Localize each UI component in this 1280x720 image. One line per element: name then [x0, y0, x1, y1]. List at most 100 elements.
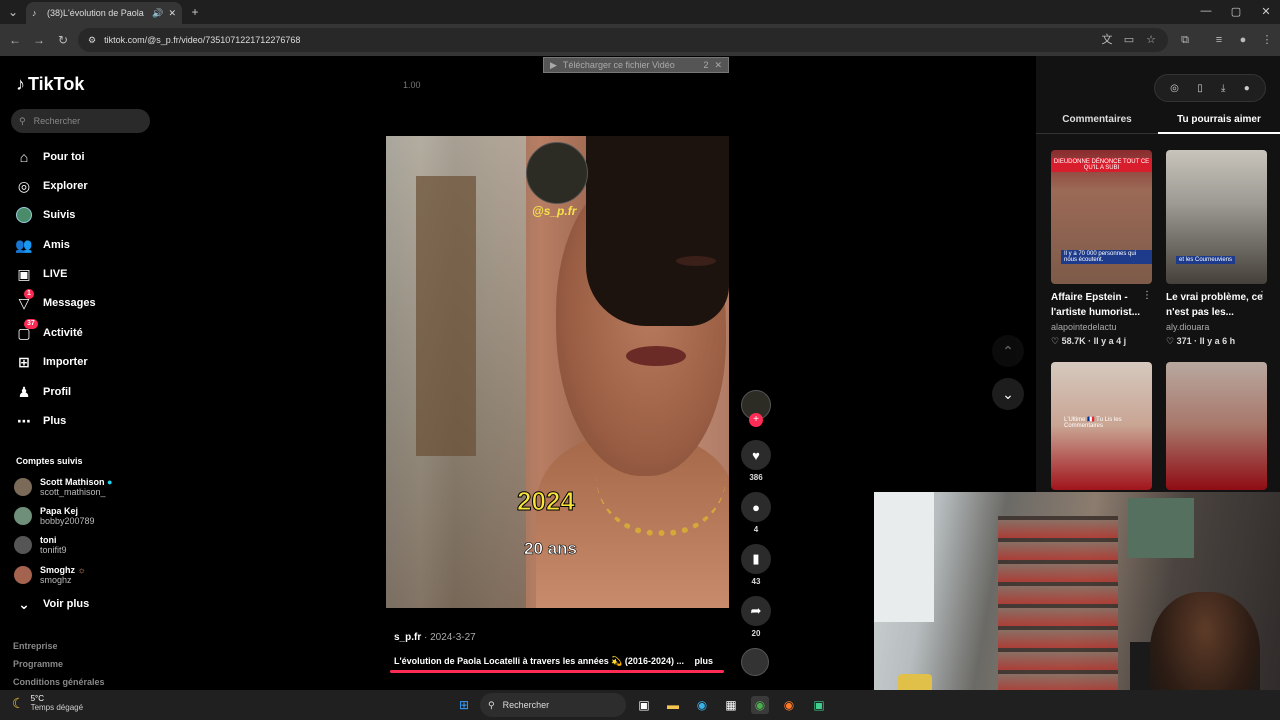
cast-icon[interactable]: ▭ — [1122, 33, 1136, 47]
upload-icon: ⊞ — [18, 353, 30, 370]
following-section-title: Comptes suivis — [16, 456, 83, 466]
suggested-video-thumbnail[interactable]: L'Ultime 🇫🇷 Tu Lis les Commentaires — [1051, 362, 1152, 490]
nav-item-plus[interactable]: ⋯ Plus — [16, 410, 66, 432]
nav-item-profil[interactable]: ♟ Profil — [16, 381, 71, 403]
chevron-down-icon: ⌄ — [18, 595, 30, 612]
download-video-banner[interactable]: ▶ Télécharger ce fichier Vidéo 2 ✕ — [543, 57, 729, 73]
music-disc-icon[interactable] — [741, 648, 769, 676]
firefox-icon[interactable]: ◉ — [780, 696, 798, 714]
heart-icon[interactable]: ♥ — [741, 440, 771, 470]
address-bar[interactable]: ⚙ tiktok.com/@s_p.fr/video/7351071221712… — [78, 28, 1168, 52]
streaming-app-icon[interactable]: ▣ — [810, 696, 828, 714]
comment-icon[interactable]: ● — [741, 492, 771, 522]
suggested-video-title[interactable]: Affaire Epstein - l'artiste humorist... — [1051, 290, 1151, 320]
tab-search-chevron-icon[interactable]: ⌄ — [6, 5, 20, 19]
nav-item-messages[interactable]: ▽ 1 Messages — [16, 289, 96, 314]
footer-link-conditions[interactable]: Conditions générales — [13, 677, 105, 687]
account-name: Scott Mathison — [40, 477, 105, 487]
close-window-button[interactable]: ✕ — [1258, 5, 1274, 19]
audio-playing-icon[interactable]: 🔊 — [152, 8, 163, 19]
followed-account[interactable]: Smoghz ☼ smoghz — [14, 563, 86, 587]
task-view-icon[interactable]: ▣ — [635, 696, 653, 714]
save-action[interactable]: ▮ 43 — [740, 544, 772, 586]
site-info-icon[interactable]: ⚙ — [88, 35, 96, 46]
previous-video-button[interactable]: ⌃ — [992, 335, 1024, 367]
nav-item-pour-toi[interactable]: ⌂ Pour toi — [16, 146, 85, 168]
nav-item-explorer[interactable]: ◎ Explorer — [16, 175, 88, 197]
like-action[interactable]: ♥ 386 — [740, 440, 772, 482]
more-options-icon[interactable]: ⋮ — [1142, 290, 1152, 301]
media-controls-icon[interactable]: ≡ — [1212, 33, 1226, 47]
bookmark-star-icon[interactable]: ☆ — [1144, 33, 1158, 47]
video-player[interactable]: @s_p.fr 2024 20 ans — [386, 136, 729, 608]
video-progress-bar[interactable] — [390, 670, 724, 673]
suggested-video-thumbnail[interactable] — [1166, 362, 1267, 490]
follow-plus-button[interactable]: + — [749, 413, 763, 427]
nav-item-importer[interactable]: ⊞ Importer — [16, 351, 88, 373]
profile-avatar-icon[interactable]: ● — [1236, 33, 1250, 47]
new-tab-button[interactable]: + — [188, 5, 202, 19]
playback-speed[interactable]: 1.00 — [403, 80, 421, 90]
file-explorer-icon[interactable]: ▬ — [664, 696, 682, 714]
compass-icon[interactable]: ◎ — [1170, 83, 1179, 94]
windows-start-icon[interactable]: ⊞ — [455, 696, 473, 714]
video-author-line[interactable]: s_p.fr · 2024-3-27 — [394, 632, 476, 643]
tiktok-logo[interactable]: ♪ TikTok — [16, 74, 84, 95]
share-action[interactable]: ➦ 20 — [740, 596, 772, 638]
chrome-browser-icon[interactable]: ◉ — [751, 696, 769, 714]
search-input[interactable]: ⚲ Rechercher — [11, 109, 150, 133]
download-icon[interactable]: ⤓ — [1221, 83, 1225, 94]
extensions-icon[interactable]: ⧉ — [1178, 33, 1192, 47]
nav-item-suivis[interactable]: Suivis — [16, 204, 75, 226]
bookmark-icon[interactable]: ▮ — [741, 544, 771, 574]
taskbar-search[interactable]: ⚲ Rechercher — [480, 693, 626, 717]
forward-button[interactable]: → — [32, 33, 46, 47]
store-icon[interactable]: ▦ — [722, 696, 740, 714]
video-author[interactable]: s_p.fr — [394, 632, 421, 643]
phone-icon[interactable]: ▯ — [1197, 83, 1203, 94]
suggested-video-author[interactable]: aly.diouara — [1166, 322, 1209, 332]
avatar — [14, 507, 32, 525]
share-icon[interactable]: ➦ — [741, 596, 771, 626]
suggested-video-title[interactable]: Le vrai problème, ce n'est pas les... — [1166, 290, 1266, 320]
nav-item-live[interactable]: ▣ LIVE — [16, 263, 67, 285]
footer-link-programme[interactable]: Programme — [13, 659, 63, 669]
nav-label: Suivis — [43, 209, 76, 221]
close-icon[interactable]: ✕ — [714, 60, 722, 71]
nav-item-activite[interactable]: ▢ 37 Activité — [16, 319, 83, 344]
footer-link-entreprise[interactable]: Entreprise — [13, 641, 58, 651]
suggested-video-author[interactable]: alapointedelactu — [1051, 322, 1117, 332]
suggested-video-thumbnail[interactable]: DIEUDONNE DÉNONCE TOUT CE QU'IL A SUBI I… — [1051, 150, 1152, 284]
back-button[interactable]: ← — [8, 33, 22, 47]
more-icon: ⋯ — [17, 412, 31, 429]
tab-close-icon[interactable]: ✕ — [168, 8, 176, 19]
tab-commentaires[interactable]: Commentaires — [1036, 112, 1158, 134]
suggested-video-thumbnail[interactable]: et les Courneuviens — [1166, 150, 1267, 284]
browser-menu-icon[interactable]: ⋮ — [1260, 33, 1274, 47]
next-video-button[interactable]: ⌄ — [992, 378, 1024, 410]
search-placeholder: Rechercher — [33, 116, 81, 126]
followed-account[interactable]: Scott Mathison ● scott_mathison_ — [14, 475, 112, 499]
minimize-window-button[interactable]: — — [1198, 5, 1214, 19]
more-options-icon[interactable]: ⋮ — [1257, 290, 1267, 301]
caption-more-link[interactable]: plus — [694, 656, 713, 666]
weather-widget[interactable]: ☾ 5°C Temps dégagé — [12, 694, 83, 712]
following-avatar-icon — [16, 207, 32, 223]
caption-text: L'évolution de Paola Locatelli à travers… — [394, 656, 684, 666]
tab-tu-pourrais-aimer[interactable]: Tu pourrais aimer — [1158, 112, 1280, 134]
translate-icon[interactable]: 文 — [1100, 33, 1114, 47]
followed-account[interactable]: toni tonifit9 — [14, 533, 67, 557]
see-more-button[interactable]: ⌄ Voir plus — [16, 593, 89, 615]
browser-tab-active[interactable]: ♪ (38)L'évolution de Paola Lo... 🔊 ✕ — [26, 2, 182, 24]
account-name: toni — [40, 535, 57, 545]
user-avatar-icon[interactable]: ● — [1244, 83, 1250, 94]
watermark-text: @s_p.fr — [532, 204, 577, 218]
nav-item-amis[interactable]: 👥 Amis — [15, 234, 70, 256]
comment-action[interactable]: ● 4 — [740, 492, 772, 534]
tab-title: (38)L'évolution de Paola Lo... — [47, 8, 147, 18]
reload-button[interactable]: ↻ — [56, 33, 70, 47]
maximize-window-button[interactable]: ▢ — [1228, 5, 1244, 19]
watermark-logo — [526, 142, 588, 204]
followed-account[interactable]: Papa Kej bobby200789 — [14, 504, 95, 528]
edge-browser-icon[interactable]: ◉ — [693, 696, 711, 714]
